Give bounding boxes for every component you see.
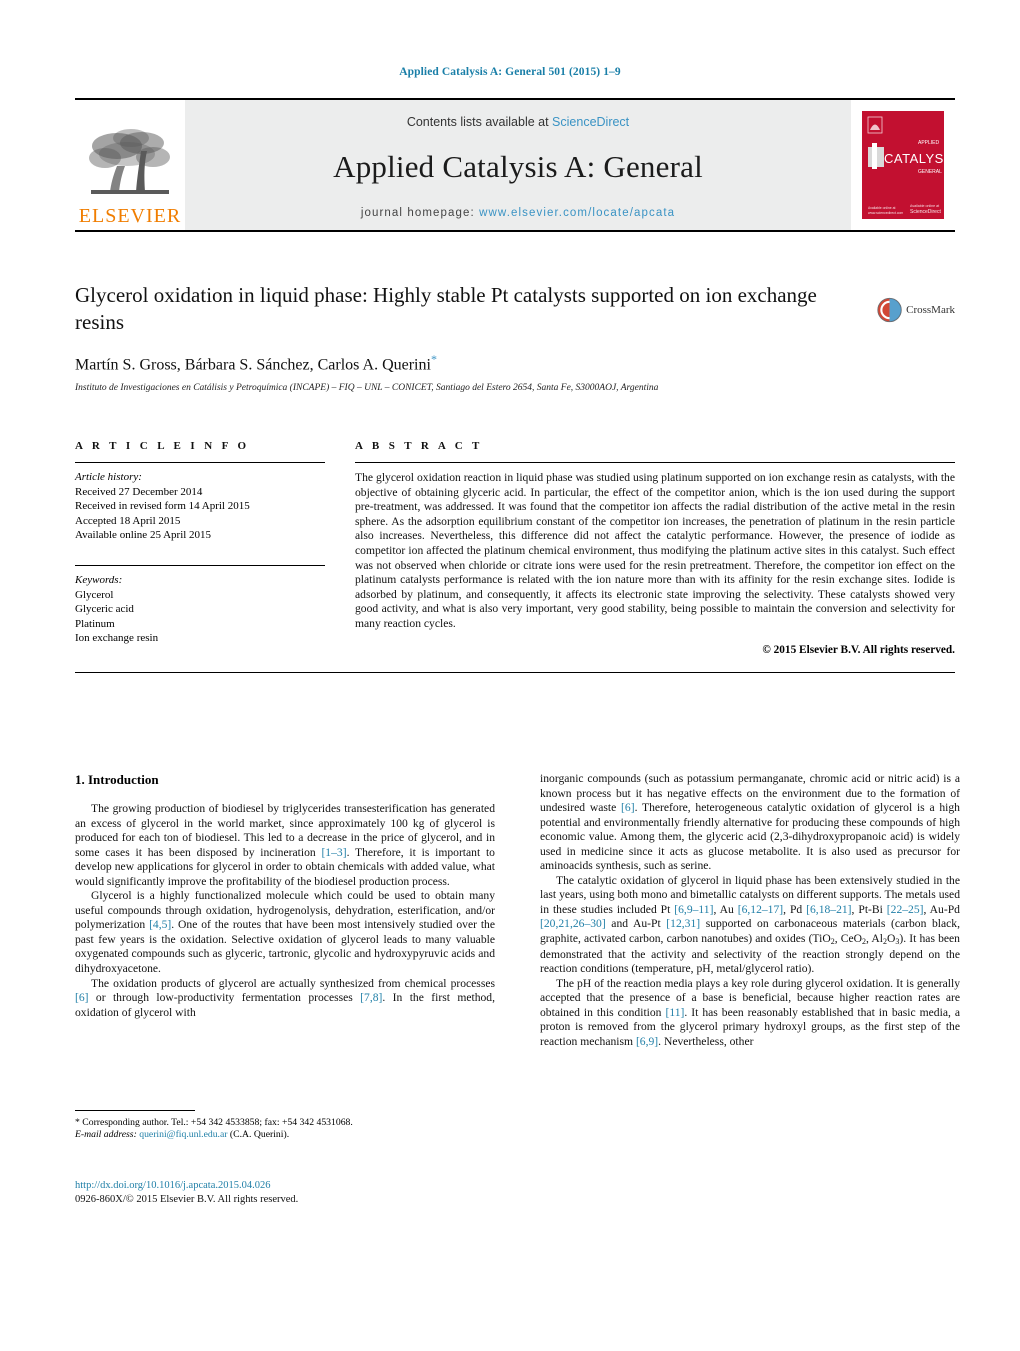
elsevier-tree-icon	[89, 129, 170, 194]
paragraph: Glycerol is a highly functionalized mole…	[75, 889, 495, 976]
corresponding-author-marker: *	[430, 352, 437, 366]
paragraph: The growing production of biodiesel by t…	[75, 802, 495, 888]
history-item: Received 27 December 2014	[75, 485, 203, 498]
article-info-heading: A R T I C L E I N F O	[75, 440, 250, 452]
history-item: Available online 25 April 2015	[75, 529, 212, 542]
contents-prefix: Contents lists available at	[406, 115, 553, 129]
corresponding-author-footnote: * Corresponding author. Tel.: +54 342 45…	[75, 1109, 495, 1142]
keyword-item: Ion exchange resin	[75, 632, 159, 645]
abstract-heading: A B S T R A C T	[355, 440, 483, 452]
section-divider	[75, 671, 955, 673]
running-head: Applied Catalysis A: General 501 (2015) …	[399, 66, 621, 78]
footnote-email-line: E-mail address: querini@fiq.unl.edu.ar (…	[75, 1129, 495, 1142]
paragraph: inorganic compounds (such as potassium p…	[540, 772, 960, 873]
sciencedirect-link[interactable]: ScienceDirect	[552, 115, 629, 129]
crossmark-icon	[877, 297, 902, 323]
footnote-corresponding-line: * Corresponding author. Tel.: +54 342 45…	[75, 1116, 353, 1128]
email-address-label: E-mail address:	[75, 1129, 137, 1141]
article-body: 1. Introduction The growing production o…	[75, 772, 960, 1242]
svg-text:GENERAL: GENERAL	[918, 169, 942, 175]
crossmark-label: CrossMark	[906, 304, 955, 316]
info-abstract-section: A R T I C L E I N F O Article history: R…	[75, 440, 955, 673]
journal-article-page: Applied Catalysis A: General 501 (2015) …	[0, 0, 1020, 1351]
elsevier-logo: ELSEVIER	[75, 100, 185, 230]
paragraph: The pH of the reaction media plays a key…	[540, 976, 961, 1048]
svg-text:Available online at: Available online at	[868, 206, 896, 210]
journal-cover-thumbnail: CATALYSIS APPLIED GENERAL Available onli…	[851, 100, 955, 230]
svg-text:CATALYSIS: CATALYSIS	[884, 151, 944, 166]
svg-text:www.sciencedirect.com: www.sciencedirect.com	[868, 211, 903, 215]
author-names: Martín S. Gross, Bárbara S. Sánchez, Car…	[75, 356, 431, 374]
keywords-block: Keywords: Glycerol Glyceric acid Platinu…	[75, 564, 325, 646]
svg-text:APPLIED: APPLIED	[918, 140, 940, 146]
homepage-url-link[interactable]: www.elsevier.com/locate/apcata	[479, 207, 675, 219]
history-item: Accepted 18 April 2015	[75, 514, 181, 527]
svg-text:Available online at: Available online at	[910, 204, 939, 208]
issn-copyright: 0926-860X/© 2015 Elsevier B.V. All right…	[75, 1193, 299, 1205]
article-history-label: Article history:	[75, 471, 142, 483]
abstract-copyright: © 2015 Elsevier B.V. All rights reserved…	[762, 643, 955, 656]
email-suffix: (C.A. Querini).	[227, 1129, 290, 1141]
history-item: Received in revised form 14 April 2015	[75, 500, 250, 513]
paragraph: The catalytic oxidation of glycerol in l…	[540, 873, 960, 976]
keyword-item: Glyceric acid	[75, 603, 134, 616]
contents-available-line: Contents lists available at ScienceDirec…	[407, 115, 629, 129]
journal-title: Applied Catalysis A: General	[333, 149, 703, 184]
paragraph: The oxidation products of glycerol are a…	[75, 976, 495, 1019]
keyword-item: Platinum	[75, 617, 115, 630]
footer-doi-block: http://dx.doi.org/10.1016/j.apcata.2015.…	[75, 1179, 515, 1206]
article-history: Article history: Received 27 December 20…	[75, 470, 325, 543]
email-link[interactable]: querini@fiq.unl.edu.ar	[139, 1129, 227, 1140]
article-title-block: Glycerol oxidation in liquid phase: High…	[75, 282, 955, 393]
article-info-column: A R T I C L E I N F O Article history: R…	[75, 440, 325, 656]
abstract-text: The glycerol oxidation reaction in liqui…	[355, 471, 955, 630]
author-affiliation: Instituto de Investigaciones en Catálisi…	[75, 383, 659, 394]
abstract-rule	[355, 462, 955, 463]
abstract-column: A B S T R A C T The glycerol oxidation r…	[355, 440, 955, 656]
homepage-prefix: journal homepage:	[360, 207, 480, 219]
crossmark-badge[interactable]: CrossMark	[877, 284, 955, 336]
article-title: Glycerol oxidation in liquid phase: High…	[75, 283, 817, 334]
journal-band: Contents lists available at ScienceDirec…	[185, 100, 851, 230]
body-column-right: inorganic compounds (such as potassium p…	[540, 772, 960, 1242]
keyword-item: Glycerol	[75, 588, 114, 601]
elsevier-wordmark: ELSEVIER	[78, 205, 182, 227]
article-info-rule	[75, 462, 325, 463]
journal-homepage-line: journal homepage: www.elsevier.com/locat…	[361, 207, 675, 219]
footnote-rule	[75, 1109, 195, 1111]
doi-link[interactable]: http://dx.doi.org/10.1016/j.apcata.2015.…	[75, 1179, 515, 1193]
keywords-label: Keywords:	[75, 573, 123, 586]
author-list: Martín S. Gross, Bárbara S. Sánchez, Car…	[75, 352, 955, 374]
svg-text:ScienceDirect: ScienceDirect	[910, 209, 941, 215]
body-column-left: 1. Introduction The growing production o…	[75, 772, 495, 1242]
keywords-rule	[75, 564, 325, 566]
journal-cover-image: CATALYSIS APPLIED GENERAL Available onli…	[862, 111, 944, 219]
journal-masthead: ELSEVIER Contents lists available at Sci…	[75, 98, 955, 232]
section-heading-introduction: 1. Introduction	[75, 772, 159, 787]
